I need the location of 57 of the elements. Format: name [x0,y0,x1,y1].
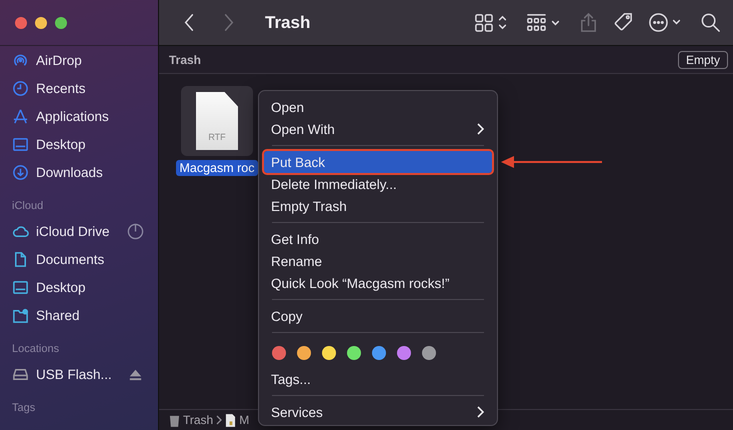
document-icon: RTF [196,92,238,150]
menu-item[interactable]: Quick Look “Macgasm rocks!” [264,272,492,294]
menu-item[interactable]: Rename [264,250,492,272]
clock-icon [12,80,29,96]
close-button[interactable] [15,16,27,28]
sidebar-item[interactable]: USB Flash... [36,366,112,382]
tag-color-dot[interactable] [422,346,436,360]
desktop-icon [12,278,29,296]
sidebar-item[interactable]: Applications [36,108,109,124]
sidebar-item[interactable]: Desktop [36,280,86,294]
chevron-icon [216,415,222,425]
sidebar-item[interactable]: Recents [36,80,86,96]
menu-item[interactable]: Delete Immediately... [264,173,492,195]
tag-color-dot[interactable] [322,346,336,360]
path-item[interactable]: Trash [183,413,214,427]
chevron-icon [476,123,484,135]
menu-item[interactable]: Tags... [264,368,492,390]
menu-item[interactable]: Empty Trash [264,195,492,217]
sidebar-section-title: Locations [12,342,60,357]
sidebar-item[interactable]: Documents [36,252,104,266]
menu-item[interactable]: Put Back [264,151,492,173]
download-icon [12,164,29,180]
sidebar-section-title: Tags [12,401,36,416]
tag-color-dot[interactable] [372,346,386,360]
menu-item[interactable]: Services [264,401,492,423]
menu-item[interactable]: Open [264,96,492,118]
sidebar-item[interactable]: Shared [36,308,80,322]
shared-folder-icon [12,306,29,324]
trash-icon [169,414,180,426]
apps-icon [12,108,29,124]
tag-color-dot[interactable] [347,346,361,360]
sidebar-item[interactable]: iCloud Drive [36,224,110,238]
path-item[interactable]: M [239,413,250,427]
desktop-icon [12,136,29,152]
sidebar-item[interactable]: Desktop [36,136,86,152]
progress-icon [127,222,144,240]
menu-item[interactable]: Get Info [264,228,492,250]
chevron-icon [476,406,484,418]
tag-color-dot[interactable] [297,346,311,360]
folder-title: Trash [169,52,202,66]
search-icon[interactable] [700,12,721,33]
document-icon [225,414,236,426]
tag-icon[interactable] [613,12,634,33]
airdrop-icon [12,52,29,68]
document-icon [12,250,29,268]
sidebar-section-title: iCloud [12,199,44,214]
file-name[interactable]: Macgasm roc [176,160,258,176]
sidebar-item[interactable]: AirDrop [36,52,82,68]
zoom-button[interactable] [55,16,67,28]
menu-item[interactable]: Copy [264,305,492,327]
window-title: Trash [265,12,310,32]
tag-color-dot[interactable] [272,346,286,360]
minimize-button[interactable] [35,16,47,28]
empty-button[interactable]: Empty [678,50,728,68]
sidebar-item[interactable]: Downloads [36,164,103,180]
menu-item[interactable]: Open With [264,118,492,140]
tag-color-dot[interactable] [397,346,411,360]
